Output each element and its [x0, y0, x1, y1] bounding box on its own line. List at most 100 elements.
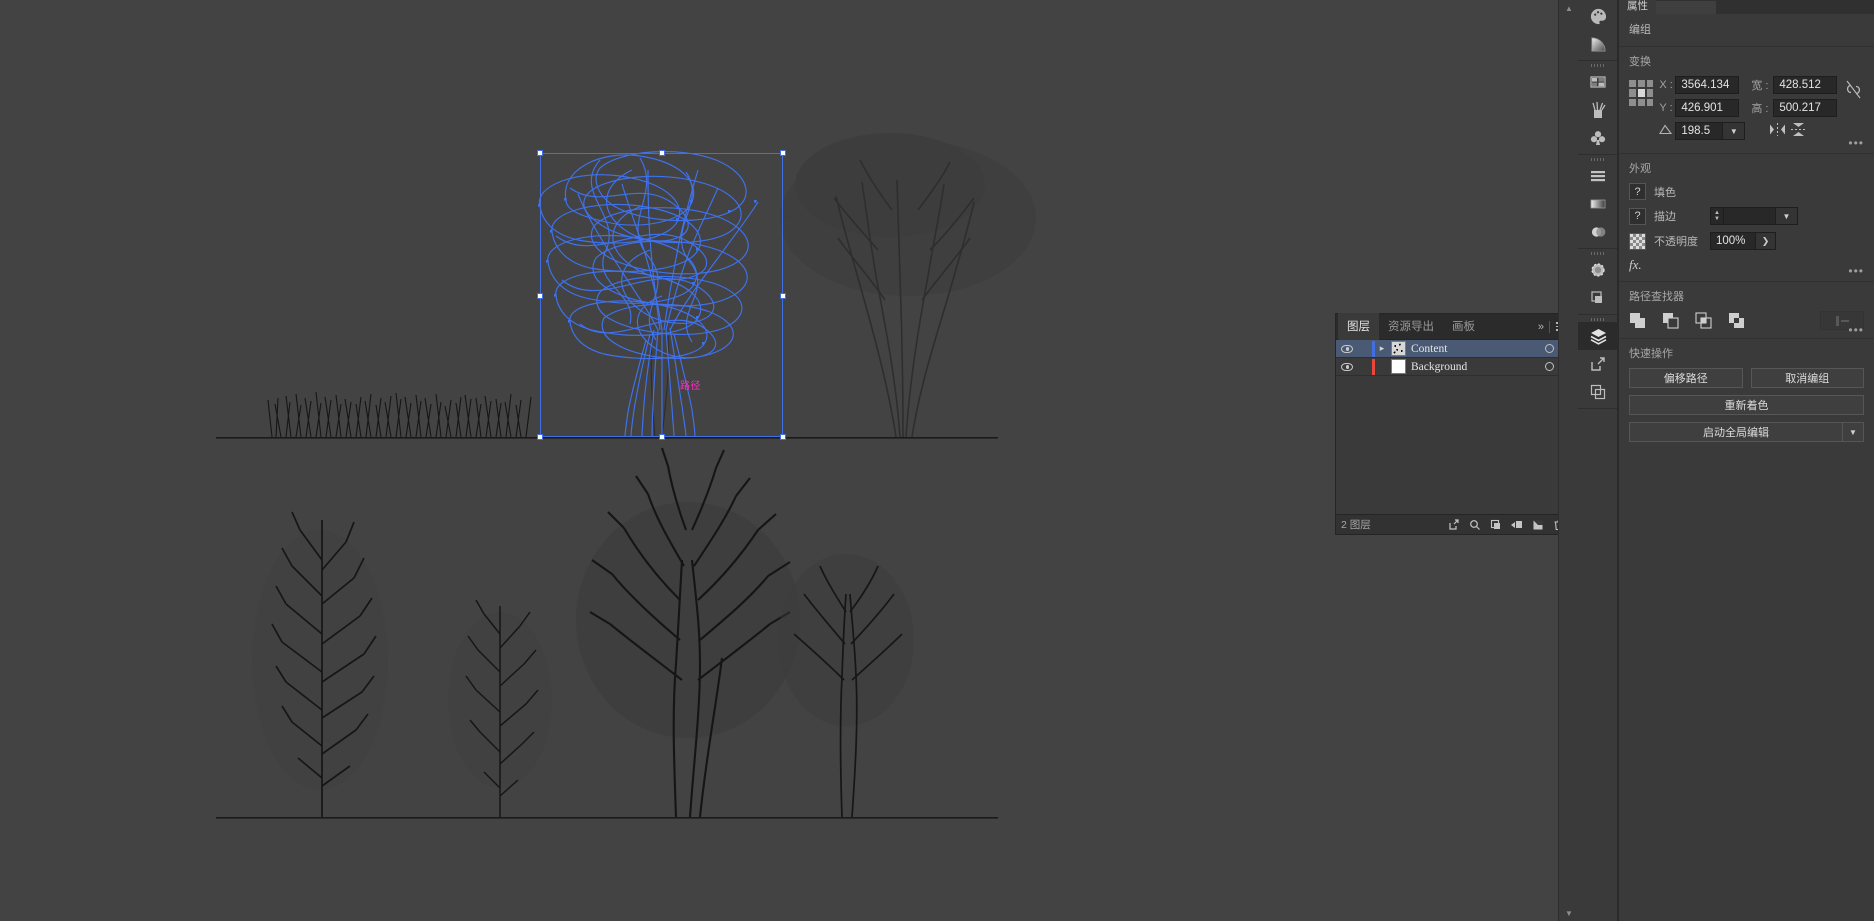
- tab-properties[interactable]: 属性: [1619, 0, 1656, 14]
- x-input[interactable]: [1675, 76, 1739, 94]
- clipping-mask-icon[interactable]: [1506, 517, 1527, 533]
- opacity-row[interactable]: 不透明度 ❯: [1629, 232, 1864, 250]
- tab-artboards[interactable]: 画板: [1443, 313, 1484, 340]
- layers-panel-icon[interactable]: [1578, 322, 1618, 350]
- layer-thumbnail-content: [1391, 341, 1406, 356]
- pathfinder-panel-icon[interactable]: [1578, 284, 1618, 312]
- opacity-options-icon[interactable]: ❯: [1756, 232, 1776, 250]
- tab-secondary[interactable]: [1656, 1, 1716, 14]
- appearance-icon[interactable]: [1578, 256, 1618, 284]
- width-label: 宽 :: [1751, 77, 1773, 93]
- gradient-icon[interactable]: [1578, 30, 1618, 58]
- rail-group-layers: [1578, 315, 1617, 409]
- fill-swatch-icon[interactable]: ?: [1629, 183, 1646, 200]
- target-circle-icon-content[interactable]: [1545, 344, 1554, 353]
- align-icon[interactable]: [1578, 162, 1618, 190]
- appearance-more-icon[interactable]: •••: [1848, 267, 1864, 275]
- expand-arrow-content[interactable]: ▸: [1375, 343, 1389, 354]
- search-icon[interactable]: [1464, 517, 1485, 533]
- global-edit-dropdown-icon[interactable]: ▼: [1842, 422, 1864, 442]
- layer-name-background[interactable]: Background: [1411, 361, 1545, 373]
- shear-angle-input[interactable]: [1675, 122, 1723, 140]
- unite-icon[interactable]: [1629, 312, 1646, 329]
- stroke-row[interactable]: ? 描边 ▲▼ ▼: [1629, 207, 1864, 225]
- ungroup-button[interactable]: 取消编组: [1751, 368, 1865, 388]
- handle-middle-right[interactable]: [780, 293, 786, 299]
- layer-count-label: 2 图层: [1341, 517, 1371, 532]
- x-label: X :: [1659, 79, 1675, 91]
- recolor-button[interactable]: 重新着色: [1629, 395, 1864, 415]
- artboards-panel-icon[interactable]: [1578, 378, 1618, 406]
- y-input[interactable]: [1675, 99, 1739, 117]
- tab-layers[interactable]: 图层: [1338, 313, 1379, 340]
- layers-panel[interactable]: 图层 资源导出 画板 » ▸ Content: [1335, 313, 1575, 535]
- flip-vertical-icon[interactable]: [1791, 122, 1813, 140]
- layers-panel-tabs[interactable]: 图层 资源导出 画板 »: [1336, 314, 1574, 340]
- layer-name-content[interactable]: Content: [1411, 343, 1545, 355]
- double-chevron-right-icon[interactable]: »: [1538, 321, 1543, 333]
- stroke-profile-dropdown-icon[interactable]: ▼: [1776, 207, 1798, 225]
- height-input[interactable]: [1773, 99, 1837, 117]
- layer-row-content[interactable]: ▸ Content: [1336, 340, 1574, 358]
- tab-asset-export[interactable]: 资源导出: [1379, 313, 1443, 340]
- flip-horizontal-icon[interactable]: [1769, 123, 1791, 139]
- layers-panel-footer[interactable]: 2 图层: [1336, 514, 1574, 534]
- swatches-icon[interactable]: [1578, 68, 1618, 96]
- rail-group-appearance: [1578, 249, 1617, 315]
- start-global-edit-button[interactable]: 启动全局编辑: [1629, 422, 1842, 442]
- properties-panel[interactable]: 属性 编组 变换 X : 宽 :: [1618, 0, 1874, 921]
- handle-top-left[interactable]: [537, 150, 543, 156]
- layer-row-background[interactable]: Background: [1336, 358, 1574, 376]
- artwork-vector: [0, 0, 1558, 921]
- illustrator-window: 路径 图层 资源导出 画板 » ▸ Content: [0, 0, 1874, 921]
- handle-top-right[interactable]: [780, 150, 786, 156]
- selection-bounding-box[interactable]: [540, 153, 783, 437]
- object-type-label: 编组: [1619, 14, 1874, 47]
- stroke-width-input[interactable]: [1724, 207, 1776, 225]
- handle-middle-left[interactable]: [537, 293, 543, 299]
- link-broken-icon[interactable]: [1843, 80, 1864, 99]
- stroke-label: 描边: [1654, 208, 1702, 224]
- transparency-icon[interactable]: [1578, 218, 1618, 246]
- stroke-swatch-icon[interactable]: ?: [1629, 208, 1646, 225]
- new-layer-icon[interactable]: [1527, 517, 1548, 533]
- color-palette-icon[interactable]: [1578, 2, 1618, 30]
- visibility-toggle-background[interactable]: [1336, 363, 1358, 371]
- pathfinder-section: 路径查找器 •••: [1619, 282, 1874, 339]
- fx-button[interactable]: fx.: [1629, 257, 1864, 273]
- handle-top-center[interactable]: [659, 150, 665, 156]
- visibility-toggle-content[interactable]: [1336, 345, 1358, 353]
- canvas-vertical-scrollbar[interactable]: ▲ ▼: [1558, 0, 1578, 921]
- handle-bottom-center[interactable]: [659, 434, 665, 440]
- artboard-canvas[interactable]: 路径: [0, 0, 1558, 921]
- gradient-panel-icon[interactable]: [1578, 190, 1618, 218]
- fill-row[interactable]: ? 填色: [1629, 183, 1864, 200]
- asset-export-icon[interactable]: [1578, 350, 1618, 378]
- properties-tab-strip[interactable]: 属性: [1619, 0, 1874, 14]
- locate-object-icon[interactable]: [1443, 517, 1464, 533]
- pathfinder-more-icon[interactable]: •••: [1848, 326, 1864, 334]
- scroll-up-icon[interactable]: ▲: [1559, 0, 1579, 16]
- smart-guide-label: 路径: [680, 377, 701, 392]
- intersect-icon[interactable]: [1695, 312, 1712, 329]
- target-circle-icon-background[interactable]: [1545, 362, 1554, 371]
- opacity-input[interactable]: [1710, 232, 1756, 250]
- reference-point-selector[interactable]: [1629, 80, 1653, 106]
- minus-front-icon[interactable]: [1662, 312, 1679, 329]
- stroke-width-stepper[interactable]: ▲▼: [1710, 207, 1724, 225]
- handle-bottom-right[interactable]: [780, 434, 786, 440]
- shear-dropdown-icon[interactable]: ▼: [1723, 122, 1745, 140]
- opacity-checker-icon: [1629, 233, 1646, 250]
- quick-actions-title: 快速操作: [1629, 345, 1864, 361]
- offset-path-button[interactable]: 偏移路径: [1629, 368, 1743, 388]
- panel-dock-rail[interactable]: [1578, 0, 1618, 921]
- layers-list[interactable]: ▸ Content Background: [1336, 340, 1574, 514]
- brushes-icon[interactable]: [1578, 96, 1618, 124]
- transform-more-icon[interactable]: •••: [1848, 139, 1864, 147]
- new-sublayer-icon[interactable]: [1485, 517, 1506, 533]
- symbols-icon[interactable]: [1578, 124, 1618, 152]
- scroll-down-icon[interactable]: ▼: [1559, 905, 1579, 921]
- handle-bottom-left[interactable]: [537, 434, 543, 440]
- exclude-icon[interactable]: [1728, 312, 1745, 329]
- width-input[interactable]: [1773, 76, 1837, 94]
